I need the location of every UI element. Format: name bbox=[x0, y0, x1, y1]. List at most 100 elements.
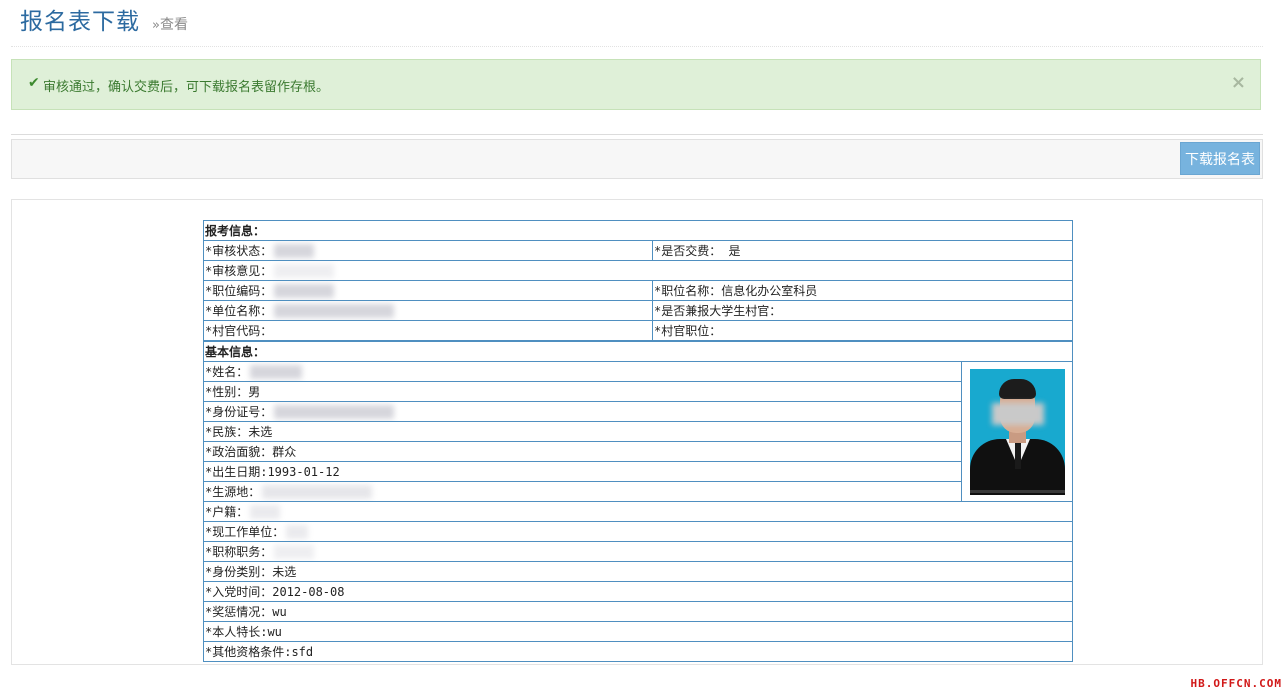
page-title: 报名表下载 bbox=[20, 9, 140, 35]
political-value: 群众 bbox=[272, 444, 297, 459]
table-row: *政治面貌：群众 bbox=[203, 441, 1073, 462]
page: 报名表下载 »查看 ✔ 审核通过，确认交费后，可下载报名表留作存根。 × 下载报… bbox=[0, 0, 1286, 694]
redacted-value bbox=[274, 264, 335, 278]
table-row: *职位编码： *职位名称：信息化办公室科员 bbox=[203, 280, 1073, 301]
success-alert: ✔ 审核通过，确认交费后，可下载报名表留作存根。 × bbox=[11, 59, 1261, 110]
unit-name-label: *单位名称： bbox=[205, 303, 273, 318]
also-village-cell: *是否兼报大学生村官： bbox=[652, 300, 1073, 321]
redacted-value bbox=[274, 304, 395, 318]
political-cell: *政治面貌：群众 bbox=[203, 441, 962, 462]
watermark: HB.OFFCN.COM bbox=[1190, 677, 1282, 690]
redacted-value bbox=[274, 405, 395, 419]
position-name-label: *职位名称： bbox=[654, 283, 722, 298]
redacted-value bbox=[250, 505, 281, 519]
ethnicity-label: *民族： bbox=[205, 424, 249, 439]
face-redaction bbox=[992, 402, 1044, 425]
id-number-cell: *身份证号： bbox=[203, 401, 962, 422]
other-qual-label: *其他资格条件: bbox=[205, 644, 292, 659]
specialty-label: *本人特长: bbox=[205, 624, 268, 639]
review-status-label: *审核状态： bbox=[205, 243, 273, 258]
paid-cell: *是否交费： 是 bbox=[652, 240, 1073, 261]
ethnicity-value: 未选 bbox=[248, 424, 273, 439]
gender-cell: *性别：男 bbox=[203, 381, 962, 402]
title-duty-label: *职称职务： bbox=[205, 544, 273, 559]
table-row: *现工作单位： bbox=[203, 521, 1073, 542]
table-row: *奖惩情况：wu bbox=[203, 601, 1073, 622]
position-code-cell: *职位编码： bbox=[203, 280, 653, 301]
hair-shape bbox=[999, 378, 1036, 399]
check-icon: ✔ bbox=[28, 75, 40, 91]
table-row: *性别：男 bbox=[203, 381, 1073, 402]
review-opinion-label: *审核意见： bbox=[205, 263, 273, 278]
position-name-value: 信息化办公室科员 bbox=[721, 283, 818, 298]
header-divider bbox=[11, 46, 1263, 47]
name-label: *姓名： bbox=[205, 364, 249, 379]
table-row: *生源地： bbox=[203, 481, 1073, 502]
position-code-label: *职位编码： bbox=[205, 283, 273, 298]
work-unit-label: *现工作单位： bbox=[205, 524, 285, 539]
table-row: *身份类别：未选 bbox=[203, 561, 1073, 582]
paid-label: *是否交费： bbox=[654, 243, 722, 258]
party-date-value: 2012-08-08 bbox=[272, 584, 345, 599]
party-date-label: *入党时间： bbox=[205, 584, 273, 599]
identity-type-label: *身份类别： bbox=[205, 564, 273, 579]
photo-cell bbox=[961, 361, 1073, 502]
origin-cell: *生源地： bbox=[203, 481, 962, 502]
birth-date-label: *出生日期: bbox=[205, 464, 268, 479]
other-qual-value: sfd bbox=[291, 644, 314, 659]
download-form-button[interactable]: 下载报名表 bbox=[1180, 142, 1260, 175]
redacted-value bbox=[274, 545, 315, 559]
name-cell: *姓名： bbox=[203, 361, 962, 382]
table-row: *单位名称： *是否兼报大学生村官： bbox=[203, 300, 1073, 321]
village-code-label: *村官代码： bbox=[205, 323, 273, 338]
registration-form-table: 报考信息： *审核状态： *是否交费： 是 *审核意见： *职位编码： *职位名… bbox=[203, 220, 1073, 662]
table-row: 基本信息： bbox=[203, 340, 1073, 362]
redacted-value bbox=[262, 485, 373, 499]
specialty-value: wu bbox=[267, 624, 282, 639]
id-number-label: *身份证号： bbox=[205, 404, 273, 419]
origin-label: *生源地： bbox=[205, 484, 261, 499]
redacted-value bbox=[274, 284, 335, 298]
identity-type-cell: *身份类别：未选 bbox=[203, 561, 1073, 582]
ethnicity-cell: *民族：未选 bbox=[203, 421, 962, 442]
table-row: *村官代码： *村官职位： bbox=[203, 320, 1073, 342]
page-header: 报名表下载 »查看 bbox=[20, 2, 188, 42]
table-row: 报考信息： bbox=[203, 220, 1073, 241]
table-row: *民族：未选 bbox=[203, 421, 1073, 442]
tie-shape bbox=[1015, 442, 1021, 469]
hukou-cell: *户籍： bbox=[203, 501, 1073, 522]
applicant-photo bbox=[970, 368, 1065, 495]
table-row: *入党时间：2012-08-08 bbox=[203, 581, 1073, 602]
gender-value: 男 bbox=[248, 384, 261, 399]
other-qual-cell: *其他资格条件:sfd bbox=[203, 641, 1073, 662]
rewards-label: *奖惩情况： bbox=[205, 604, 273, 619]
close-icon[interactable]: × bbox=[1231, 72, 1246, 93]
photo-caption-strip bbox=[970, 489, 1065, 493]
breadcrumb: »查看 bbox=[152, 14, 188, 34]
village-code-cell: *村官代码： bbox=[203, 320, 653, 342]
work-unit-cell: *现工作单位： bbox=[203, 521, 1073, 542]
table-row: *本人特长:wu bbox=[203, 621, 1073, 642]
table-row: *姓名： bbox=[203, 361, 1073, 502]
unit-name-cell: *单位名称： bbox=[203, 300, 653, 321]
table-row: *出生日期:1993-01-12 bbox=[203, 461, 1073, 482]
also-village-label: *是否兼报大学生村官： bbox=[654, 303, 782, 318]
party-date-cell: *入党时间：2012-08-08 bbox=[203, 581, 1073, 602]
alert-message: 审核通过，确认交费后，可下载报名表留作存根。 bbox=[43, 80, 330, 95]
redacted-value bbox=[274, 244, 315, 258]
review-opinion-cell: *审核意见： bbox=[203, 260, 1073, 281]
toolbar: 下载报名表 bbox=[11, 139, 1263, 179]
rewards-cell: *奖惩情况：wu bbox=[203, 601, 1073, 622]
section-title-exam: 报考信息： bbox=[203, 220, 1073, 241]
table-row: *其他资格条件:sfd bbox=[203, 641, 1073, 662]
hukou-label: *户籍： bbox=[205, 504, 249, 519]
village-position-label: *村官职位： bbox=[654, 323, 722, 338]
table-row: *职称职务： bbox=[203, 541, 1073, 562]
title-duty-cell: *职称职务： bbox=[203, 541, 1073, 562]
birth-date-value: 1993-01-12 bbox=[267, 464, 340, 479]
redacted-value bbox=[286, 525, 309, 539]
position-name-cell: *职位名称：信息化办公室科员 bbox=[652, 280, 1073, 301]
political-label: *政治面貌： bbox=[205, 444, 273, 459]
paid-value: 是 bbox=[728, 243, 741, 258]
breadcrumb-current: 查看 bbox=[159, 17, 188, 33]
